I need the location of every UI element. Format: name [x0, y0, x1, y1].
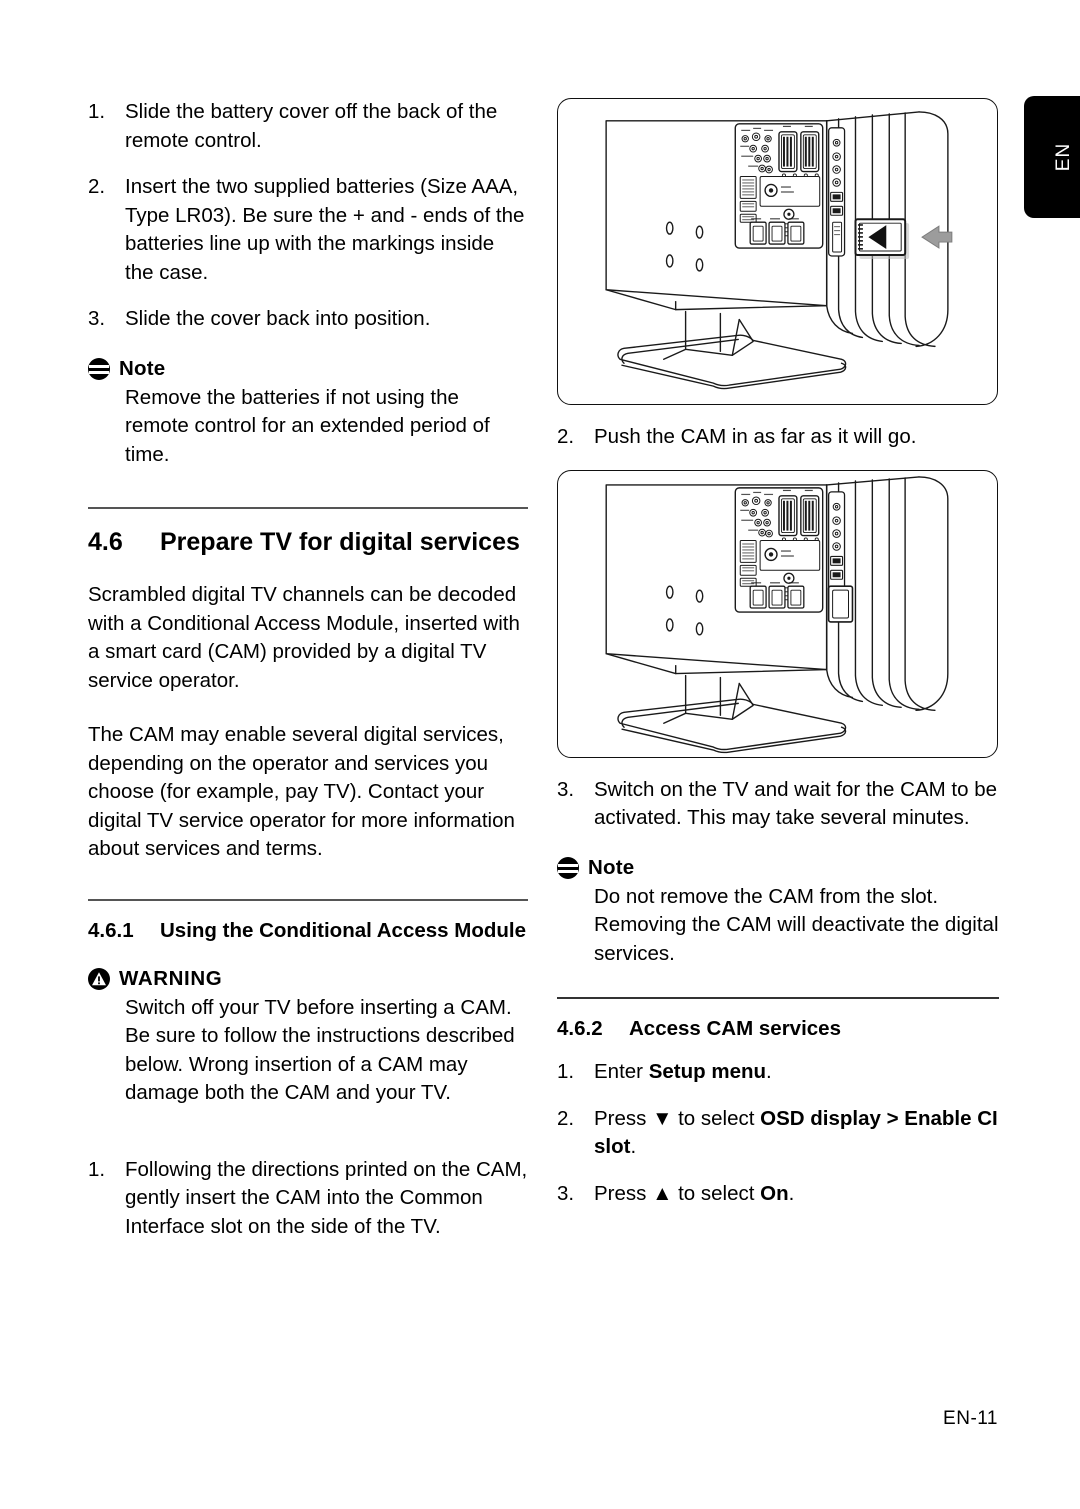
- note-callout: Note Do not remove the CAM from the slot…: [557, 855, 999, 969]
- section-title: Prepare TV for digital services: [160, 528, 520, 556]
- list-item-number: 3.: [88, 307, 106, 330]
- section-number: 4.6.1: [88, 918, 134, 942]
- list-item-text: Slide the cover back into position.: [125, 307, 431, 330]
- section-number: 4.6: [88, 528, 123, 556]
- section-heading-4-6: 4.6 Prepare TV for digital services: [88, 526, 528, 559]
- list-item: 1. Following the directions printed on t…: [88, 1156, 528, 1242]
- list-item: 3. Press ▲ to select On.: [557, 1180, 999, 1209]
- note-callout-text: Do not remove the CAM from the slot. Rem…: [594, 884, 999, 965]
- paragraph: Scrambled digital TV channels can be dec…: [88, 583, 520, 692]
- section-heading-4-6-1: 4.6.1 Using the Conditional Access Modul…: [88, 917, 528, 944]
- list-item-number: 3.: [557, 1181, 575, 1205]
- list-item-text: Push the CAM in as far as it will go.: [594, 425, 917, 448]
- section-title: Access CAM services: [629, 1017, 841, 1040]
- note-callout: Note Remove the batteries if not using t…: [88, 356, 528, 470]
- list-item: 2. Push the CAM in as far as it will go.: [557, 423, 999, 452]
- section-number: 4.6.2: [557, 1017, 603, 1040]
- section-divider: [88, 507, 528, 509]
- tv-rear-panel-cam-inserted-illustration: [557, 469, 998, 758]
- list-item-number: 1.: [557, 1060, 575, 1083]
- list-item: 3. Slide the cover back into position.: [88, 305, 528, 334]
- section-divider: [557, 997, 999, 999]
- tv-rear-panel-cam-insert-illustration: [557, 98, 998, 405]
- language-tab: EN: [1024, 96, 1080, 218]
- section-divider: [88, 898, 528, 901]
- list-item-number: 2.: [88, 175, 106, 198]
- list-item-text: Enter Setup menu.: [594, 1060, 772, 1083]
- list-item-text: Press ▲ to select On.: [594, 1181, 795, 1205]
- list-item-text: Switch on the TV and wait for the CAM to…: [594, 777, 997, 830]
- list-item: 3. Switch on the TV and wait for the CAM…: [557, 776, 999, 833]
- list-item: 1. Slide the battery cover off the back …: [88, 98, 528, 155]
- section-title: Using the Conditional Access Module: [160, 918, 526, 942]
- paragraph: The CAM may enable several digital servi…: [88, 723, 515, 860]
- warning-callout-label: WARNING: [119, 966, 223, 990]
- list-item: 1. Enter Setup menu.: [557, 1058, 999, 1087]
- note-callout-header: Note: [88, 356, 528, 382]
- list-item-number: 1.: [88, 1157, 106, 1181]
- page-footer: EN-11: [943, 1408, 998, 1429]
- manual-page: EN 1. Slide the battery cover off the ba…: [0, 0, 1080, 1509]
- note-callout-text: Remove the batteries if not using the re…: [125, 385, 490, 466]
- left-column: 1. Slide the battery cover off the back …: [88, 98, 528, 1259]
- section-heading-4-6-2: 4.6.2 Access CAM services: [557, 1015, 999, 1042]
- warning-callout-header: WARNING: [88, 966, 528, 992]
- warning-icon: [88, 967, 110, 990]
- list-item-text: Press ▼ to select OSD display > Enable C…: [594, 1106, 998, 1159]
- list-item-number: 2.: [557, 425, 575, 448]
- warning-callout: WARNING Switch off your TV before insert…: [88, 966, 528, 1108]
- warning-callout-text: Switch off your TV before inserting a CA…: [125, 995, 515, 1105]
- list-item-number: 2.: [557, 1106, 575, 1130]
- language-tab-label: EN: [1053, 142, 1074, 172]
- note-callout-label: Note: [588, 855, 635, 879]
- list-item: 2. Press ▼ to select OSD display > Enabl…: [557, 1105, 999, 1162]
- list-item-text: Slide the battery cover off the back of …: [125, 100, 498, 152]
- note-callout-label: Note: [119, 356, 166, 380]
- list-item-text: Insert the two supplied batteries (Size …: [125, 175, 525, 284]
- list-item-number: 1.: [88, 100, 106, 123]
- note-icon: [557, 856, 579, 879]
- list-item: 2. Insert the two supplied batteries (Si…: [88, 173, 528, 287]
- right-column: 2. Push the CAM in as far as it will go.: [557, 98, 999, 1226]
- list-item-text: Following the directions printed on the …: [125, 1157, 528, 1238]
- note-icon: [88, 357, 110, 380]
- list-item-number: 3.: [557, 777, 575, 801]
- note-callout-header: Note: [557, 855, 999, 881]
